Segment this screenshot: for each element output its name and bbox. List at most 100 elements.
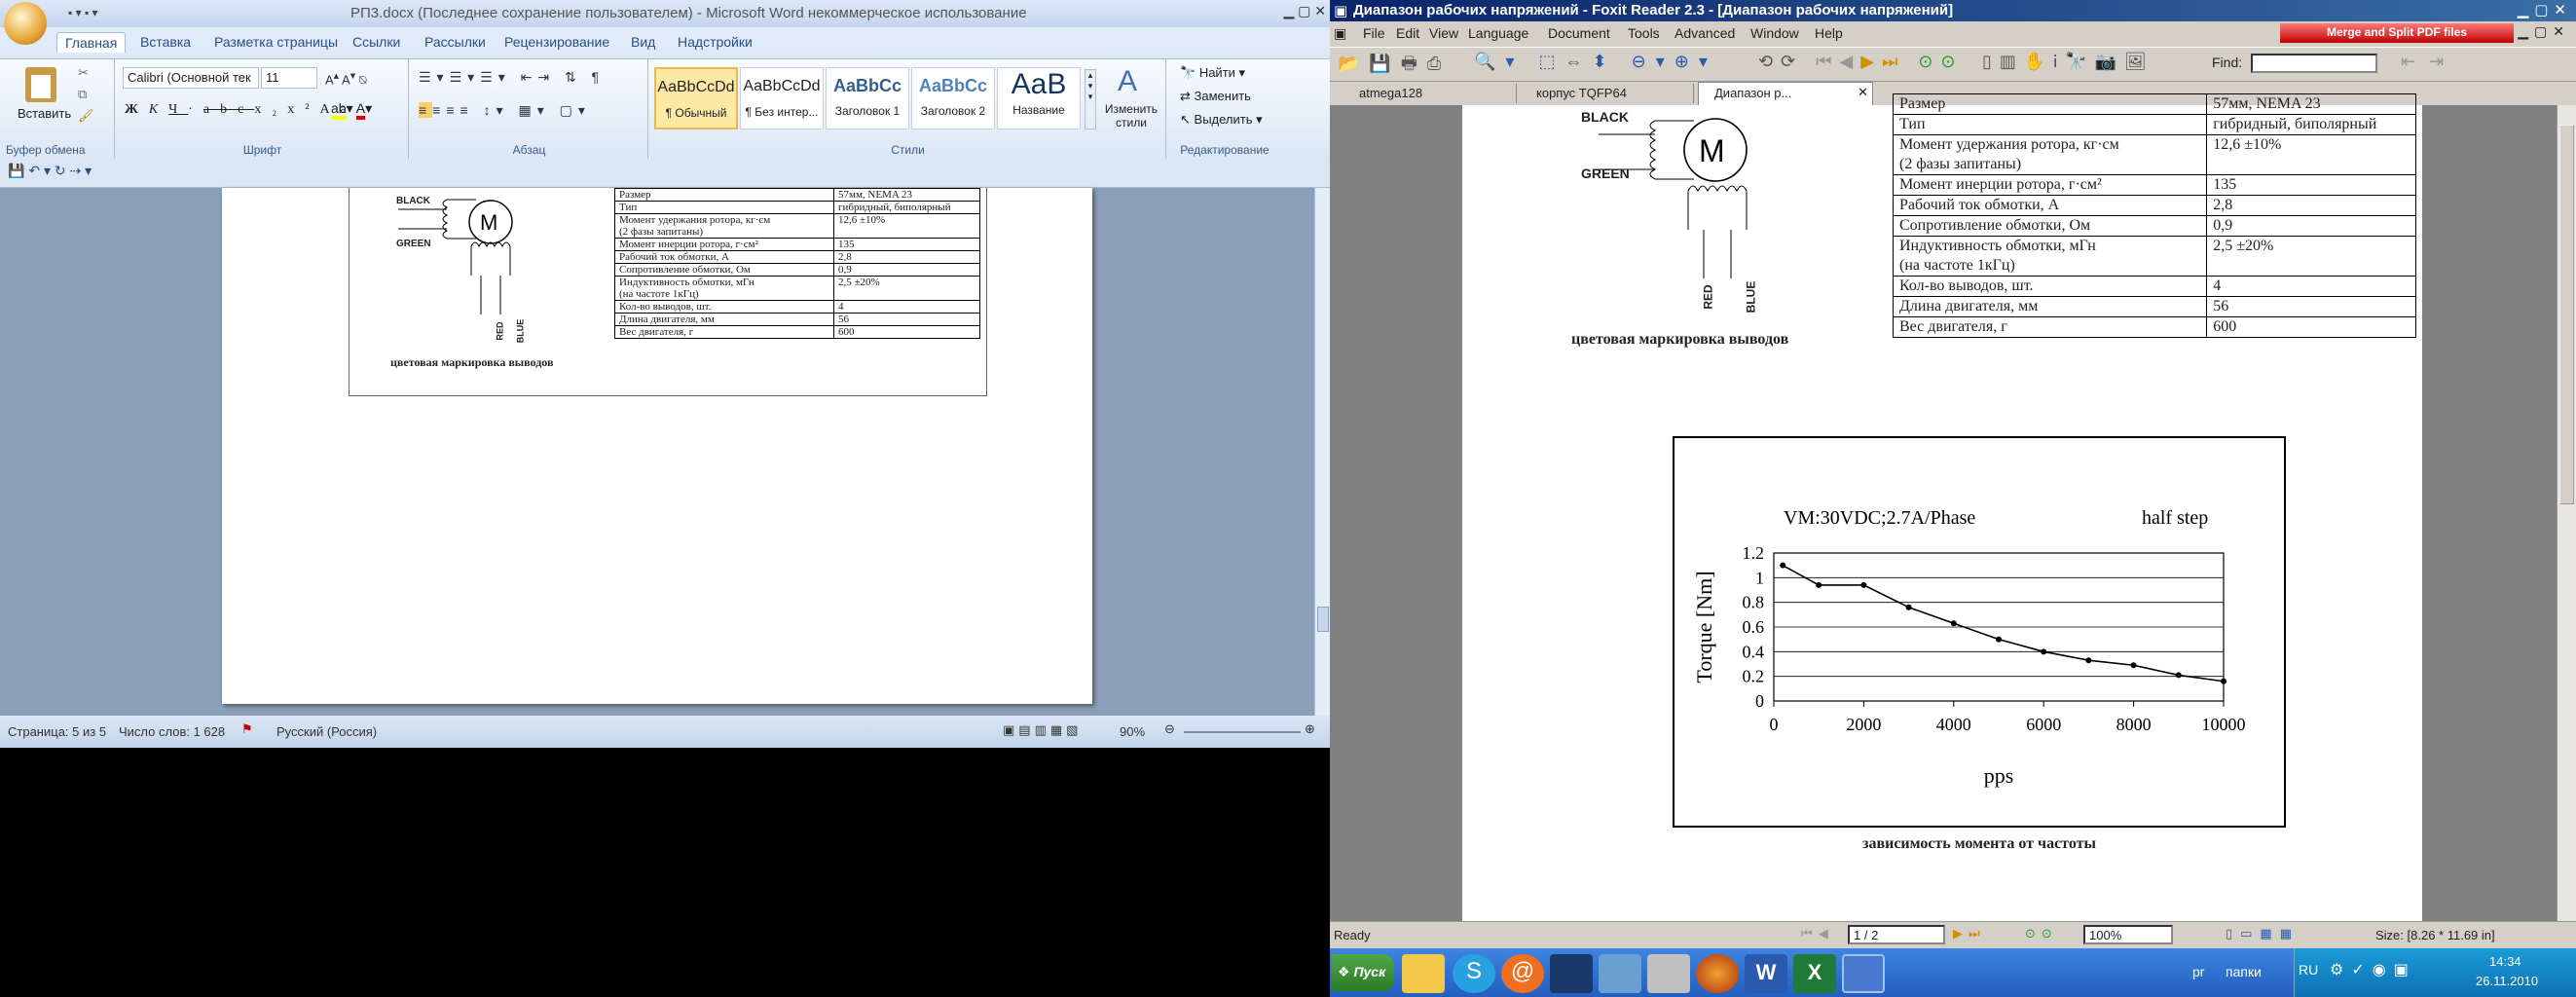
font-name-select[interactable]: Calibri (Основной тек [123, 67, 259, 89]
rotate-icon[interactable]: ⟲ [1758, 52, 1781, 71]
tab-view[interactable]: Вид [623, 32, 663, 52]
tab-addins[interactable]: Надстройки [670, 32, 760, 52]
menu-language[interactable]: Language [1468, 25, 1528, 41]
mail-app-icon[interactable]: @ [1501, 954, 1544, 993]
tray-lang[interactable]: RU [2299, 962, 2318, 978]
first-prev-icons[interactable]: ⏮◀ [1801, 926, 1834, 942]
display-app-icon[interactable] [1550, 954, 1593, 993]
doc-tab-range[interactable]: Диапазон р... ✕ [1698, 82, 1873, 105]
network-app-icon[interactable] [1599, 954, 1641, 993]
ad-banner[interactable]: Merge and Split PDF files [2280, 23, 2514, 43]
hand-tool-icon[interactable]: ✋ [2024, 52, 2053, 71]
print-icon[interactable]: 🖶 [1401, 54, 1427, 73]
menu-help[interactable]: Help [1815, 25, 1843, 41]
word-vscrollbar[interactable] [1314, 188, 1330, 716]
zoom-select[interactable]: 100% [2083, 925, 2173, 944]
zoom-tool-icon[interactable]: 🔍 [1474, 52, 1505, 71]
fit-page-icon[interactable]: ⬚ [1538, 52, 1564, 71]
style-normal[interactable]: AaBbCcDd ¶ Обычный [654, 67, 738, 129]
save-icon[interactable]: 💾 [1369, 54, 1400, 73]
single-page-icon[interactable]: ▯ [1982, 52, 2000, 71]
foxit-window-controls[interactable]: ▁▢✕ [2518, 1, 2572, 18]
menu-document[interactable]: Document [1548, 25, 1610, 41]
zoom-slider[interactable] [1184, 731, 1301, 733]
menu-tools[interactable]: Tools [1628, 25, 1660, 41]
styles-scroll[interactable]: ▴ ▾ ▾ [1085, 69, 1096, 129]
find-input[interactable] [2251, 54, 2377, 73]
excel-app-icon[interactable]: X [1793, 954, 1836, 993]
first-page-icon[interactable]: ⏮ [1816, 52, 1839, 71]
image-icon[interactable]: 🖼 [2124, 52, 2154, 71]
scroll-thumb[interactable] [1317, 607, 1329, 632]
word-app-icon[interactable]: W [1745, 954, 1787, 993]
find-nav-icons[interactable]: ⇤⇥ [2401, 52, 2457, 72]
continuous-icon[interactable]: ▥ [2000, 52, 2024, 71]
actual-size-icon[interactable]: ⬍ [1592, 52, 1616, 71]
child-window-controls[interactable]: ▁▢✕ [2518, 23, 2570, 40]
zoom-toolbar[interactable]: 🔍▾ ⬚⇔⬍ ⊖▾⊕▾ [1474, 52, 1717, 72]
rotate-right-icon[interactable]: ⟳ [1781, 52, 1803, 71]
font-size-select[interactable]: 11 [261, 67, 317, 89]
office-button[interactable] [4, 2, 47, 45]
paste-icon[interactable] [25, 67, 56, 102]
start-button[interactable]: ❖ Пуск [1332, 954, 1394, 991]
doc-menu-icon[interactable]: ▣ [1334, 25, 1346, 42]
style-no-spacing[interactable]: AaBbCcDd ¶ Без интер... [740, 67, 824, 129]
folders-app-icon[interactable] [1402, 954, 1445, 993]
cut-icon[interactable]: ✂ [78, 65, 89, 81]
quick-access-toolbar[interactable]: 💾 ↶ ▾ ↻ ⇢ ▾ [0, 159, 1330, 188]
replace-button[interactable]: ⇄ Заменить [1180, 89, 1251, 104]
menu-view[interactable]: View [1429, 25, 1458, 41]
open-icon[interactable]: 📂 [1338, 54, 1369, 73]
tab-close-icon[interactable]: ✕ [1858, 85, 1868, 100]
prev-page-icon[interactable]: ◀ [1839, 52, 1860, 71]
tray-pr[interactable]: pr [2192, 964, 2204, 979]
last-page-icon[interactable]: ⏭ [1882, 52, 1905, 71]
grow-shrink-font[interactable]: A▴ A▾ ⍉ [325, 69, 367, 88]
next-page-icon[interactable]: ▶ [1860, 52, 1882, 71]
spellcheck-icon[interactable]: ⚑ [241, 721, 253, 737]
zoom-in-icon[interactable]: ⊕ [1674, 52, 1699, 71]
tab-home[interactable]: Главная [56, 32, 127, 53]
find-icon[interactable]: 🔭 [2065, 52, 2094, 71]
layout-icons[interactable]: ▯▭▦▦ [2226, 926, 2300, 942]
select-text-icon[interactable]: Ꭵ [2053, 52, 2065, 71]
zoom-level[interactable]: 90% [1120, 724, 1145, 739]
menu-window[interactable]: Window [1750, 25, 1799, 41]
page-input[interactable]: 1 / 2 [1848, 925, 1945, 944]
tools-toolbar[interactable]: ▯▥✋Ꭵ🔭📷🖼 [1982, 52, 2154, 72]
nav-toolbar[interactable]: ⟲⟳ ⏮◀▶⏭ ⊙⊙ [1758, 52, 1964, 72]
status-lang[interactable]: Русский (Россия) [276, 724, 377, 739]
foxit-vscrollbar[interactable] [2557, 105, 2576, 921]
list-buttons[interactable]: ☰▾☰▾☰▾ ⇤⇥ ⇅ ¶ [419, 69, 605, 86]
change-styles-button[interactable]: Изменить стили [1100, 102, 1162, 129]
change-styles-icon[interactable]: A [1118, 65, 1137, 98]
zoom-in-icon[interactable]: ⊕ [1305, 721, 1315, 737]
zoom-out-icon[interactable]: ⊖ [1632, 52, 1656, 71]
skype-app-icon[interactable]: S [1453, 954, 1495, 993]
copy-icon[interactable]: ⧉ [78, 87, 87, 102]
view-buttons[interactable]: ▣▤▥▦▧ [1003, 722, 1082, 738]
highlight-color-icon[interactable]: ab▾ A▾ [331, 100, 372, 120]
status-page[interactable]: Страница: 5 из 5 [8, 724, 106, 739]
tray-time[interactable]: 14:34 [2489, 954, 2521, 969]
tray-folders[interactable]: папки [2226, 964, 2262, 979]
paste-label[interactable]: Вставить [18, 106, 71, 121]
tab-review[interactable]: Рецензирование [497, 32, 617, 52]
format-painter-icon[interactable]: 🖌 [78, 108, 94, 124]
style-heading2[interactable]: AaBbCc Заголовок 2 [911, 67, 995, 129]
file-toolbar[interactable]: 📂💾🖶⎙ [1338, 52, 1451, 81]
fit-width-icon[interactable]: ⇔ [1564, 52, 1592, 71]
align-buttons[interactable]: ≡≡≡≡ ↕▾ ▦▾ ▢▾ [419, 102, 591, 119]
back-icon[interactable]: ⊙ [1918, 52, 1940, 71]
tab-layout[interactable]: Разметка страницы [206, 32, 346, 52]
style-title[interactable]: AaB Название [997, 67, 1081, 129]
firefox-app-icon[interactable] [1696, 954, 1739, 993]
select-button[interactable]: ↖ Выделить ▾ [1180, 112, 1263, 128]
scroll-thumb[interactable] [2559, 125, 2574, 504]
tray-date[interactable]: 26.11.2010 [2476, 974, 2538, 988]
style-heading1[interactable]: AaBbCc Заголовок 1 [826, 67, 909, 129]
font-format-buttons[interactable]: ЖКЧ·abcx₂x²Aa [125, 102, 357, 118]
menu-edit[interactable]: Edit [1396, 25, 1419, 41]
users-app-icon[interactable] [1647, 954, 1690, 993]
